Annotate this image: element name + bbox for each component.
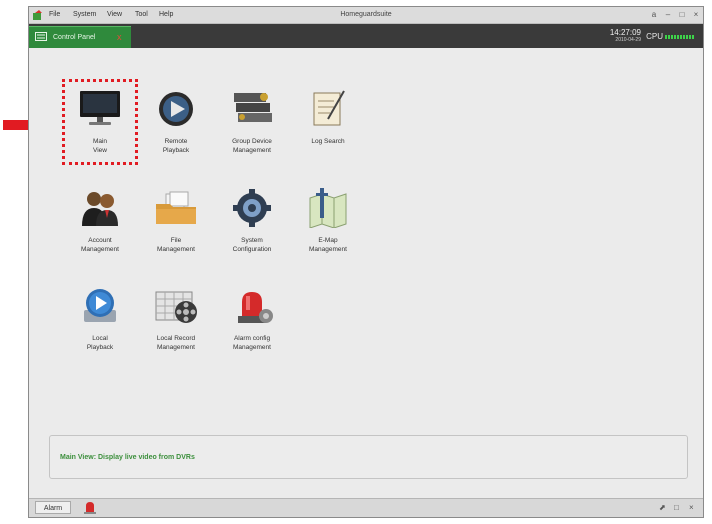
description-text: Main View: Display live video from DVRs — [60, 454, 195, 461]
local-playback-label: Local Playback — [86, 335, 114, 351]
account-management-label: Account Management — [81, 237, 119, 253]
folder-icon — [156, 191, 196, 224]
restore-panel-button[interactable]: □ — [674, 503, 679, 512]
lock-button[interactable]: a — [649, 10, 659, 19]
minimize-button[interactable]: – — [663, 10, 673, 19]
alarm-config-button[interactable]: Alarm config Management — [214, 286, 290, 352]
main-view-label: Main View — [92, 138, 108, 154]
clock-time: 14:27:09 — [609, 28, 641, 37]
app-logo-icon — [33, 10, 42, 20]
detach-button[interactable]: ⬈ — [659, 503, 666, 512]
local-playback-button[interactable]: Local Playback — [62, 286, 138, 352]
app-window: File System View Tool Help Homeguardsuit… — [28, 6, 704, 518]
local-play-icon — [84, 289, 116, 322]
system-configuration-label: System Configuration — [232, 237, 272, 253]
close-panel-button[interactable]: × — [689, 503, 694, 512]
menu-help[interactable]: Help — [159, 11, 173, 18]
window-title: Homeguardsuite — [340, 11, 392, 18]
control-panel-icon — [35, 32, 47, 41]
status-bar: Alarm ⬈ □ × — [29, 498, 703, 517]
account-management-button[interactable]: Account Management — [62, 188, 138, 254]
log-search-button[interactable]: Log Search — [290, 89, 366, 146]
group-device-label: Group Device Management — [232, 138, 272, 154]
menu-file[interactable]: File — [49, 11, 60, 18]
tab-label: Control Panel — [53, 34, 96, 41]
file-management-button[interactable]: File Management — [138, 188, 214, 254]
file-management-label: File Management — [157, 237, 195, 253]
cpu-meter: CPU — [646, 32, 695, 41]
cpu-bar — [665, 34, 695, 39]
tab-bar: Control Panel x 14:27:09 2010-04-29 CPU — [29, 24, 703, 48]
emap-management-button[interactable]: E-Map Management — [290, 188, 366, 254]
alarm-siren-icon[interactable] — [84, 501, 96, 514]
remote-playback-button[interactable]: Remote Playback — [138, 89, 214, 155]
log-icon — [313, 90, 345, 126]
gear-icon — [233, 189, 271, 227]
local-record-button[interactable]: Local Record Management — [138, 286, 214, 352]
log-search-label: Log Search — [311, 138, 345, 145]
group-device-button[interactable]: Group Device Management — [214, 89, 290, 155]
cpu-label: CPU — [646, 32, 663, 41]
alarm-light-icon — [238, 292, 273, 323]
playback-icon — [159, 92, 193, 126]
control-panel-area: Main View Remote Playback Group Device M… — [29, 48, 703, 500]
film-calendar-icon — [155, 291, 197, 323]
dvr-devices-icon — [234, 93, 272, 122]
close-button[interactable]: × — [691, 10, 701, 19]
menu-view[interactable]: View — [107, 11, 122, 18]
menu-tool[interactable]: Tool — [135, 11, 148, 18]
clock: 14:27:09 2010-04-29 — [610, 28, 641, 43]
monitor-icon — [80, 91, 120, 125]
main-view-button[interactable]: Main View — [62, 89, 138, 155]
alarm-tab[interactable]: Alarm — [35, 501, 71, 514]
tab-control-panel[interactable]: Control Panel x — [29, 26, 131, 48]
description-panel: Main View: Display live video from DVRs — [49, 435, 688, 479]
menu-bar: File System View Tool Help Homeguardsuit… — [29, 7, 703, 24]
clock-date: 2010-04-29 — [615, 37, 641, 43]
local-record-label: Local Record Management — [156, 335, 196, 351]
users-icon — [82, 192, 118, 226]
emap-management-label: E-Map Management — [309, 237, 347, 253]
remote-playback-label: Remote Playback — [162, 138, 190, 154]
maximize-button[interactable]: □ — [677, 10, 687, 19]
tab-close-icon[interactable]: x — [117, 32, 122, 42]
map-icon — [309, 188, 347, 228]
system-configuration-button[interactable]: System Configuration — [214, 188, 290, 254]
alarm-config-label: Alarm config Management — [233, 335, 271, 351]
menu-system[interactable]: System — [73, 11, 96, 18]
